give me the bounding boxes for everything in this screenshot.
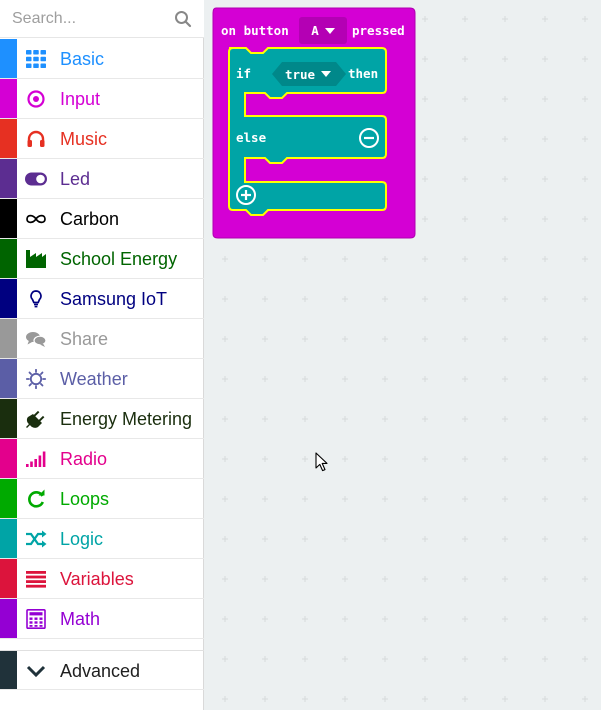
condition-value: true (284, 66, 316, 82)
caret-down-icon (321, 71, 332, 77)
block-shapes (212, 7, 416, 239)
mouse-cursor-icon (315, 452, 328, 472)
event-suffix-label: pressed (352, 23, 405, 38)
button-dropdown[interactable]: A (299, 17, 347, 44)
button-dropdown-value: A (311, 23, 319, 38)
else-label: else (236, 130, 267, 145)
condition-dropdown[interactable]: true (278, 62, 338, 86)
caret-down-icon (324, 27, 335, 34)
add-branch-icon[interactable] (236, 185, 256, 205)
remove-else-icon[interactable] (359, 128, 379, 148)
if-label: if (236, 66, 252, 81)
then-label: then (348, 66, 379, 81)
event-prefix-label: on button (221, 23, 289, 38)
